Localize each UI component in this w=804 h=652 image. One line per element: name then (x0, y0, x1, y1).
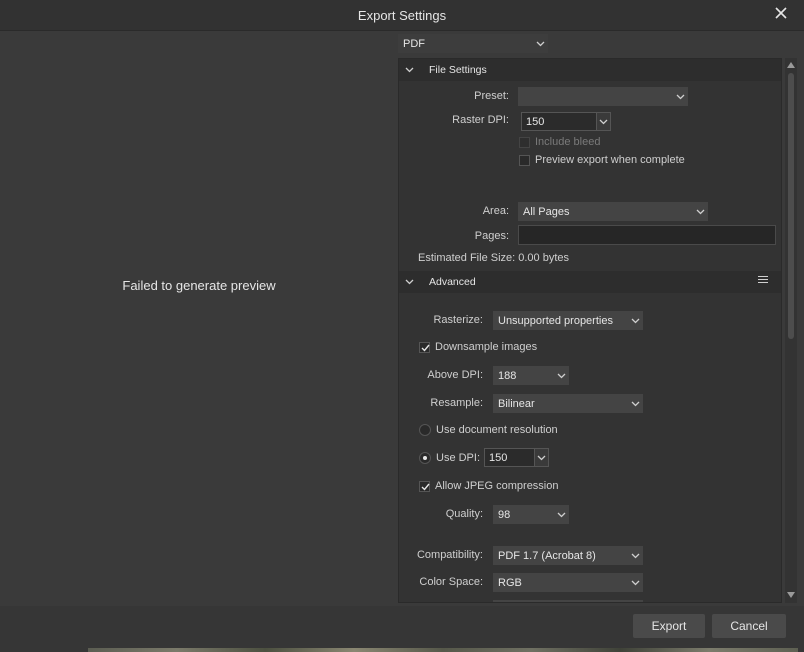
color-space-label: Color Space: (419, 576, 483, 588)
background-image-strip (88, 648, 798, 652)
use-dpi-radio[interactable] (419, 452, 431, 464)
downsample-checkbox[interactable] (419, 342, 430, 353)
use-dpi-label: Use DPI: (436, 452, 481, 464)
compatibility-dropdown[interactable]: PDF 1.7 (Acrobat 8) (493, 546, 643, 565)
chevron-down-icon (631, 580, 640, 586)
chevron-down-icon (537, 455, 546, 461)
compatibility-label: Compatibility: (416, 549, 483, 561)
settings-scrollbar[interactable] (785, 58, 797, 603)
window-title: Export Settings (357, 8, 447, 23)
title-bar: Export Settings (0, 0, 804, 31)
allow-jpeg-label: Allow JPEG compression (435, 480, 559, 492)
resample-dropdown[interactable]: Bilinear (493, 394, 643, 413)
color-space-dropdown[interactable]: RGB (493, 573, 643, 592)
preview-message: Failed to generate preview (122, 278, 276, 293)
above-dpi-label: Above DPI: (427, 369, 483, 381)
above-dpi-dropdown[interactable]: 188 (493, 366, 569, 385)
close-icon[interactable] (774, 6, 790, 22)
color-space-value: RGB (498, 577, 522, 589)
preview-export-label: Preview export when complete (535, 154, 685, 166)
hamburger-menu-icon[interactable] (758, 276, 768, 286)
chevron-down-icon (631, 401, 640, 407)
scroll-thumb[interactable] (788, 73, 794, 339)
chevron-down-icon (676, 94, 685, 100)
use-dpi-value: 150 (489, 452, 508, 464)
chevron-down-icon (405, 67, 414, 73)
compatibility-value: PDF 1.7 (Acrobat 8) (498, 550, 596, 562)
chevron-down-icon (631, 553, 640, 559)
quality-label: Quality: (445, 508, 483, 520)
raster-dpi-value: 150 (526, 116, 545, 128)
checkmark-icon (421, 344, 430, 352)
pages-label: Pages: (474, 230, 509, 242)
resample-value: Bilinear (498, 398, 535, 410)
preset-dropdown[interactable] (518, 87, 688, 106)
export-button[interactable]: Export (633, 614, 705, 638)
raster-dpi-input[interactable]: 150 (521, 112, 611, 131)
estimated-file-size: Estimated File Size: 0.00 bytes (418, 252, 570, 264)
chevron-down-icon (536, 41, 545, 47)
next-dropdown-partial[interactable] (493, 600, 643, 602)
area-label: Area: (482, 205, 509, 217)
area-dropdown[interactable]: All Pages (518, 202, 708, 221)
scroll-down-icon[interactable] (787, 592, 795, 598)
preset-label: Preset: (474, 90, 509, 102)
preview-area (0, 31, 396, 606)
chevron-down-icon (631, 318, 640, 324)
use-document-resolution-label: Use document resolution (436, 424, 558, 436)
rasterize-label: Rasterize: (433, 314, 483, 326)
chevron-down-icon (599, 119, 608, 125)
resample-label: Resample: (430, 397, 483, 409)
settings-panel: File Settings Preset: Raster DPI: 150 In… (398, 58, 782, 603)
checkmark-icon (421, 483, 430, 491)
include-bleed-checkbox[interactable] (519, 137, 530, 148)
use-dpi-input[interactable]: 150 (484, 448, 549, 467)
use-dpi-dropdown-button[interactable] (534, 449, 548, 466)
downsample-label: Downsample images (435, 341, 538, 353)
format-dropdown[interactable]: PDF (398, 34, 548, 53)
include-bleed-label: Include bleed (535, 136, 601, 148)
pages-input[interactable] (518, 225, 776, 245)
file-settings-title: File Settings (429, 64, 487, 76)
raster-dpi-label: Raster DPI: (452, 114, 509, 126)
advanced-title: Advanced (429, 276, 476, 288)
preview-export-checkbox[interactable] (519, 155, 530, 166)
rasterize-dropdown[interactable]: Unsupported properties (493, 311, 643, 330)
above-dpi-value: 188 (498, 370, 517, 382)
file-settings-header[interactable]: File Settings (399, 59, 781, 81)
area-value: All Pages (523, 206, 570, 218)
chevron-down-icon (696, 209, 705, 215)
use-document-resolution-radio[interactable] (419, 424, 431, 436)
rasterize-value: Unsupported properties (498, 315, 613, 327)
format-value: PDF (403, 38, 425, 50)
chevron-down-icon (557, 512, 566, 518)
scroll-up-icon[interactable] (787, 62, 795, 68)
cancel-button[interactable]: Cancel (712, 614, 786, 638)
chevron-down-icon (557, 373, 566, 379)
dialog-footer: Export Cancel (0, 606, 804, 652)
allow-jpeg-checkbox[interactable] (419, 481, 430, 492)
quality-value: 98 (498, 509, 511, 521)
raster-dpi-dropdown-button[interactable] (596, 113, 610, 130)
chevron-down-icon (405, 279, 414, 285)
quality-dropdown[interactable]: 98 (493, 505, 569, 524)
advanced-header[interactable]: Advanced (399, 271, 781, 293)
